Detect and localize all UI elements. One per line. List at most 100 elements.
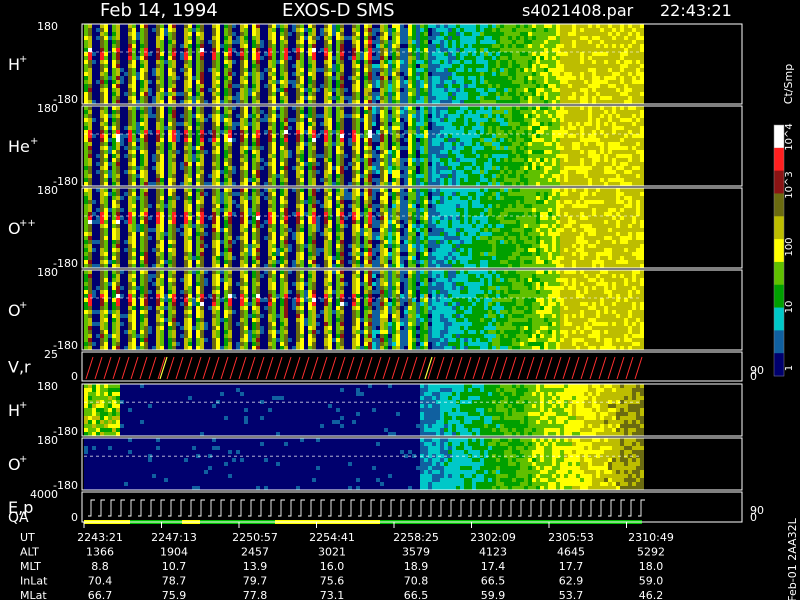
colorbar-swatch	[774, 330, 784, 354]
footer-note: Feb-01 2AA32L	[786, 517, 799, 600]
ephemeris-cell: 3021	[318, 546, 346, 559]
colorbar-tick: 10^4	[784, 123, 795, 150]
vr-trace	[85, 356, 643, 380]
panel-label-sup: +	[19, 54, 27, 65]
ephemeris-row-label: UT	[20, 531, 35, 544]
ephemeris-row-label: MLat	[20, 589, 47, 600]
ephemeris-cell: 78.7	[162, 575, 187, 588]
ephemeris-cell: 2243:21	[77, 531, 123, 544]
header-date: Feb 14, 1994	[100, 0, 218, 21]
ephemeris-cell: 53.7	[559, 589, 584, 600]
energy-steps	[88, 499, 645, 517]
spectrogram-o-pp	[84, 188, 644, 269]
colorbar-swatch	[774, 125, 784, 149]
sms-spectrogram-plot: Feb 14, 1994 EXOS-D SMS s4021408.par 22:43:…	[8, 0, 799, 600]
ephemeris-cell: 3579	[402, 546, 430, 559]
ephemeris-cell: 4645	[557, 546, 585, 559]
y-max-label: 180	[37, 266, 58, 279]
ephemeris-cell: 2250:57	[232, 531, 278, 544]
ephemeris-cell: 4123	[479, 546, 507, 559]
panel-label-sup: +	[30, 136, 38, 147]
ephemeris-cell: 1366	[86, 546, 114, 559]
ephemeris-cell: 2302:09	[470, 531, 516, 544]
header-time: 22:43:21	[660, 1, 732, 20]
header-file: s4021408.par	[522, 1, 634, 20]
ephemeris-cell: 13.9	[243, 560, 268, 573]
panel-label-sup: +	[19, 400, 27, 411]
y-min-label: 0	[71, 511, 78, 524]
ephemeris-row-label: ALT	[20, 546, 39, 559]
header-mission: EXOS-D SMS	[282, 0, 395, 21]
ep-trace	[84, 499, 645, 524]
y-max-label: 180	[37, 20, 58, 33]
y-min-label: 0	[71, 370, 78, 383]
colorbar-swatch	[774, 216, 784, 240]
colorbar-tick: 10^3	[784, 171, 795, 198]
ephemeris-cell: 18.9	[404, 560, 429, 573]
colorbar-swatch	[774, 284, 784, 309]
colorbar-swatch	[774, 261, 784, 286]
colorbar-swatch	[774, 239, 784, 263]
ephemeris-cell: 2254:41	[309, 531, 355, 544]
ephemeris-cell: 17.7	[559, 560, 584, 573]
ephemeris-cell: 62.9	[559, 575, 584, 588]
spectrogram-o-plus-2	[84, 438, 644, 491]
ephemeris-cell: 79.7	[243, 575, 268, 588]
ephemeris-cell: 17.4	[481, 560, 506, 573]
ephemeris-cell: 59.9	[481, 589, 506, 600]
ephemeris-cell: 2310:49	[628, 531, 674, 544]
qa-label: QA	[8, 510, 29, 526]
ephemeris-cell: 46.2	[639, 589, 664, 600]
ephemeris-cell: 59.0	[639, 575, 664, 588]
ephemeris-cell: 73.1	[320, 589, 345, 600]
ephemeris-cell: 66.5	[481, 575, 506, 588]
ephemeris-cell: 77.8	[243, 589, 268, 600]
ephemeris-cell: 75.9	[162, 589, 187, 600]
colorbar-tick: 1	[784, 365, 795, 371]
y-max-label: 25	[44, 348, 58, 361]
ephemeris-row-label: MLT	[20, 560, 41, 573]
y-max-label: 180	[37, 102, 58, 115]
colorbar-tick: 100	[784, 237, 795, 256]
panel-label-sup: ++	[19, 218, 36, 229]
ephemeris-cell: 5292	[637, 546, 665, 559]
velocity-sawtooth	[85, 356, 643, 380]
y-max-label: 180	[37, 434, 58, 447]
panel-label-vr: V,r	[8, 358, 31, 377]
panel-label-sup: +	[19, 300, 27, 311]
colorbar-swatch	[774, 170, 784, 194]
spectrogram-he-plus	[84, 106, 644, 187]
colorbar-swatch	[774, 307, 784, 331]
ephemeris-cell: 2457	[241, 546, 269, 559]
ephemeris-cell: 16.0	[320, 560, 345, 573]
ephemeris-cell: 66.5	[404, 589, 429, 600]
spectrogram-h-plus	[84, 24, 644, 105]
ephemeris-cell: 2305:53	[548, 531, 594, 544]
panel-frame	[81, 351, 743, 382]
ephemeris-cell: 70.4	[88, 575, 113, 588]
panel-label-sup: +	[19, 454, 27, 465]
colorbar-swatch	[774, 353, 784, 377]
ephemeris-cell: 2258:25	[393, 531, 439, 544]
ephemeris-cell: 10.7	[162, 560, 187, 573]
ephemeris-cell: 8.8	[91, 560, 109, 573]
right-min-label: 0	[750, 370, 757, 383]
spectrogram-o-plus	[84, 270, 644, 351]
right-min-label: 0	[750, 511, 757, 524]
y-max-label: 180	[37, 380, 58, 393]
ephemeris-cell: 75.6	[320, 575, 345, 588]
ephemeris-cell: 2247:13	[151, 531, 197, 544]
ephemeris-row-label: InLat	[20, 575, 48, 588]
ephemeris-cell: 1904	[160, 546, 188, 559]
colorbar-unit: Ct/Smp	[782, 64, 795, 104]
colorbar-swatch	[774, 193, 784, 217]
y-max-label: 4000	[30, 488, 58, 501]
ephemeris-cell: 70.8	[404, 575, 429, 588]
ephemeris-cell: 66.7	[88, 589, 113, 600]
y-max-label: 180	[37, 184, 58, 197]
spectrogram-h-plus-2	[84, 384, 644, 437]
panel-label-he-plus: He	[8, 137, 30, 156]
ephemeris-cell: 18.0	[639, 560, 664, 573]
colorbar-swatch	[774, 147, 784, 172]
colorbar-tick: 10	[784, 301, 795, 314]
